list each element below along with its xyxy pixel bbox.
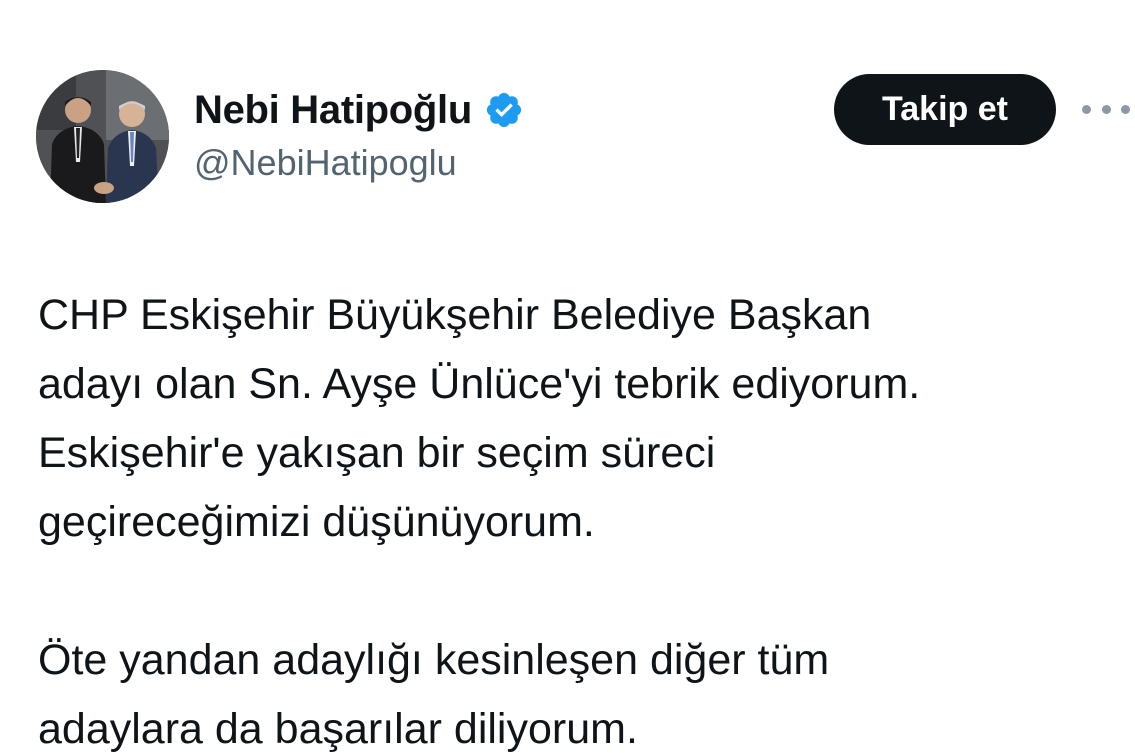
more-dot (1101, 104, 1111, 114)
follow-button[interactable]: Takip et (834, 74, 1056, 145)
avatar[interactable] (36, 70, 169, 203)
more-dot (1121, 104, 1130, 114)
more-options-icon[interactable] (1082, 94, 1130, 124)
tweet-paragraph: Öte yandan adaylığı kesinleşen diğer tüm… (38, 636, 830, 753)
tweet-paragraph: CHP Eskişehir Büyükşehir Belediye Başkan… (38, 291, 921, 546)
more-dot (1082, 104, 1091, 114)
display-name[interactable]: Nebi Hatipoğlu (194, 84, 472, 136)
name-row: Nebi Hatipoğlu (194, 84, 524, 136)
user-handle[interactable]: @NebiHatipoglu (194, 140, 457, 186)
verified-badge-icon (484, 90, 524, 130)
tweet-page: Nebi Hatipoğlu @NebiHatipoglu Takip et C… (0, 0, 1135, 756)
profile-photo (36, 70, 169, 203)
tweet-text: CHP Eskişehir Büyükşehir Belediye Başkan… (38, 281, 1118, 756)
